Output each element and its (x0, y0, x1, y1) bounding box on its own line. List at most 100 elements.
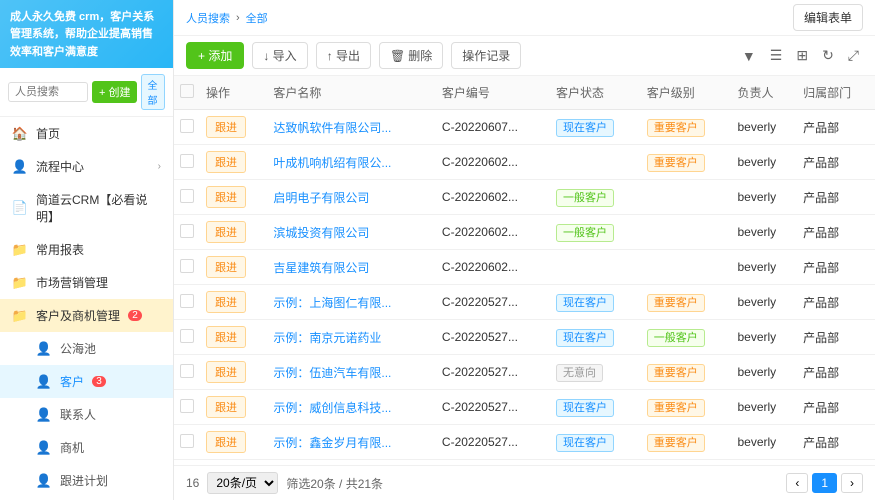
row-checkbox-2[interactable] (180, 189, 194, 203)
col-status: 客户状态 (550, 76, 641, 110)
customer-level-5: 重要客户 (641, 285, 732, 320)
sidebar-item-reports[interactable]: 📁 常用报表 (0, 233, 173, 266)
breadcrumb-all[interactable]: 全部 (246, 10, 268, 26)
customer-status-6: 现在客户 (550, 320, 641, 355)
customer-name-8[interactable]: 示例：威创信息科技... (267, 390, 436, 425)
follow-button-4[interactable]: 跟进 (206, 256, 246, 278)
customer-status-3: 一般客户 (550, 215, 641, 250)
follow-button-0[interactable]: 跟进 (206, 116, 246, 138)
sidebar-item-intro[interactable]: 📄 简道云CRM【必看说明】 (0, 183, 173, 233)
next-page-button[interactable]: › (841, 473, 863, 493)
sidebar-item-opportunity[interactable]: 👤 商机 (0, 431, 173, 464)
columns-icon-button[interactable]: ☰ (766, 43, 787, 68)
follow-button-8[interactable]: 跟进 (206, 396, 246, 418)
customer-owner-3: beverly (731, 215, 797, 250)
sidebar-item-home-label: 首页 (36, 125, 60, 142)
expand-icon-button[interactable]: ⤢ (844, 43, 863, 68)
customer-name-3[interactable]: 滨城投资有限公司 (267, 215, 436, 250)
customer-name-0[interactable]: 达致帆软件有限公司... (267, 110, 436, 145)
customer-level-6: 一般客户 (641, 320, 732, 355)
follow-button-6[interactable]: 跟进 (206, 326, 246, 348)
prev-page-button[interactable]: ‹ (786, 473, 808, 493)
follow-button-1[interactable]: 跟进 (206, 151, 246, 173)
sidebar-item-follow-plan[interactable]: 👤 跟进计划 (0, 464, 173, 497)
customer-level-0: 重要客户 (641, 110, 732, 145)
row-checkbox-8[interactable] (180, 399, 194, 413)
table-row: 跟进 滨城投资有限公司 C-20220602... 一般客户 beverly 产… (174, 215, 875, 250)
follow-button-3[interactable]: 跟进 (206, 221, 246, 243)
customer-status-4 (550, 250, 641, 285)
row-checkbox-7[interactable] (180, 364, 194, 378)
table-row: 跟进 示例：威创信息科技... C-20220527... 现在客户 重要客户 … (174, 390, 875, 425)
contacts-icon: 👤 (36, 407, 52, 423)
customer-code-7: C-20220527... (436, 355, 550, 390)
sidebar-item-customer[interactable]: 👤 客户 3 (0, 365, 173, 398)
customer-code-5: C-20220527... (436, 285, 550, 320)
customer-name-7[interactable]: 示例：伍迪汽车有限... (267, 355, 436, 390)
table-row: 跟进 吉星建筑有限公司 C-20220602... beverly 产品部 (174, 250, 875, 285)
sidebar-item-contacts[interactable]: 👤 联系人 (0, 398, 173, 431)
customer-code-0: C-20220607... (436, 110, 550, 145)
sidebar-item-flow[interactable]: 👤 流程中心 › (0, 150, 173, 183)
customer-name-1[interactable]: 叶成机响机绍有限公... (267, 145, 436, 180)
sidebar-item-marketing[interactable]: 📁 市场营销管理 (0, 266, 173, 299)
customer-level-7: 重要客户 (641, 355, 732, 390)
customer-code-4: C-20220602... (436, 250, 550, 285)
customer-name-5[interactable]: 示例：上海图仁有限... (267, 285, 436, 320)
table-row: 跟进 达致帆软件有限公司... C-20220607... 现在客户 重要客户 … (174, 110, 875, 145)
follow-button-5[interactable]: 跟进 (206, 291, 246, 313)
sidebar-item-customer-mgmt[interactable]: 📁 客户及商机管理 2 (0, 299, 173, 332)
sidebar-item-home[interactable]: 🏠 首页 (0, 117, 173, 150)
toolbar: + 添加 ↓ 导入 ↑ 导出 🗑 删除 操作记录 ▼ ☰ ⊞ ↻ ⤢ (174, 36, 875, 76)
action-record-button[interactable]: 操作记录 (451, 42, 521, 69)
follow-button-9[interactable]: 跟进 (206, 431, 246, 453)
customer-name-9[interactable]: 示例：鑫金岁月有限... (267, 425, 436, 460)
col-level: 客户级别 (641, 76, 732, 110)
trash-icon: 🗑 (390, 49, 405, 63)
row-checkbox-6[interactable] (180, 329, 194, 343)
table-icon-button[interactable]: ⊞ (792, 43, 812, 68)
page-1-button[interactable]: 1 (812, 473, 837, 493)
table-row: 跟进 示例：伍迪汽车有限... C-20220527... 无意向 重要客户 b… (174, 355, 875, 390)
col-owner: 负责人 (731, 76, 797, 110)
customer-dept-7: 产品部 (797, 355, 875, 390)
breadcrumb-search[interactable]: 人员搜索 (186, 10, 230, 26)
sidebar-search-bar: + 创建 全部 (0, 68, 173, 117)
table-row: 跟进 叶成机响机绍有限公... C-20220602... 重要客户 bever… (174, 145, 875, 180)
customer-table: 操作 客户名称 客户编号 客户状态 客户级别 负责人 归属部门 跟进 达致帆软件… (174, 76, 875, 465)
refresh-icon-button[interactable]: ↻ (818, 43, 838, 68)
sidebar-item-sea[interactable]: 👤 公海池 (0, 332, 173, 365)
select-all-checkbox[interactable] (180, 84, 194, 98)
customer-dept-1: 产品部 (797, 145, 875, 180)
row-checkbox-4[interactable] (180, 259, 194, 273)
sidebar-item-follow-plan-label: 跟进计划 (60, 472, 108, 489)
customer-status-5: 现在客户 (550, 285, 641, 320)
row-checkbox-3[interactable] (180, 224, 194, 238)
customer-name-4[interactable]: 吉星建筑有限公司 (267, 250, 436, 285)
follow-plan-icon: 👤 (36, 473, 52, 489)
customer-dept-6: 产品部 (797, 320, 875, 355)
row-checkbox-1[interactable] (180, 154, 194, 168)
filter-icon-button[interactable]: ▼ (738, 44, 760, 68)
edit-form-button[interactable]: 编辑表单 (793, 4, 863, 31)
follow-button-2[interactable]: 跟进 (206, 186, 246, 208)
sidebar-all-tag[interactable]: 全部 (141, 74, 165, 110)
import-button[interactable]: ↓ 导入 (252, 42, 307, 69)
follow-button-7[interactable]: 跟进 (206, 361, 246, 383)
customer-owner-0: beverly (731, 110, 797, 145)
sidebar-search-input[interactable] (8, 82, 88, 102)
customer-owner-1: beverly (731, 145, 797, 180)
delete-button[interactable]: 🗑 删除 (379, 42, 443, 69)
sidebar-create-button[interactable]: + 创建 (92, 81, 137, 103)
customer-name-2[interactable]: 启明电子有限公司 (267, 180, 436, 215)
row-checkbox-9[interactable] (180, 434, 194, 448)
page-size-select[interactable]: 20条/页 10条/页 50条/页 (207, 472, 278, 494)
row-checkbox-5[interactable] (180, 294, 194, 308)
col-name: 客户名称 (267, 76, 436, 110)
doc-icon: 📄 (12, 200, 28, 216)
table-row: 跟进 示例：上海图仁有限... C-20220527... 现在客户 重要客户 … (174, 285, 875, 320)
export-button[interactable]: ↑ 导出 (316, 42, 371, 69)
customer-name-6[interactable]: 示例：南京元诺药业 (267, 320, 436, 355)
add-button[interactable]: + 添加 (186, 42, 244, 69)
row-checkbox-0[interactable] (180, 119, 194, 133)
